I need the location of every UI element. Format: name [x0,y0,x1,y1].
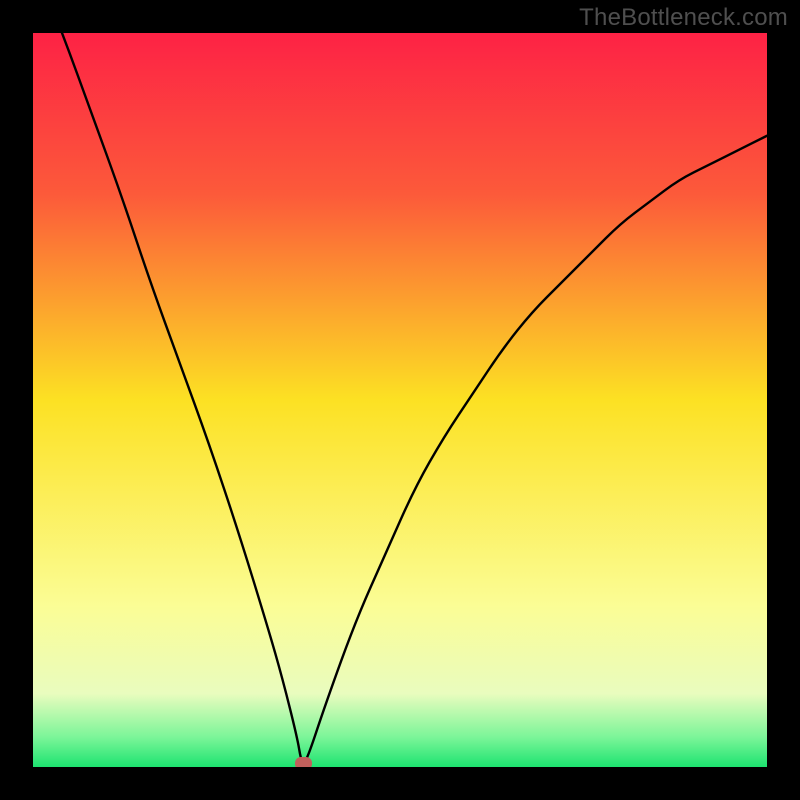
plot-area [33,33,767,767]
chart-frame: TheBottleneck.com [0,0,800,800]
watermark-text: TheBottleneck.com [579,4,788,32]
bottleneck-curve [33,33,767,767]
min-marker [295,757,312,767]
